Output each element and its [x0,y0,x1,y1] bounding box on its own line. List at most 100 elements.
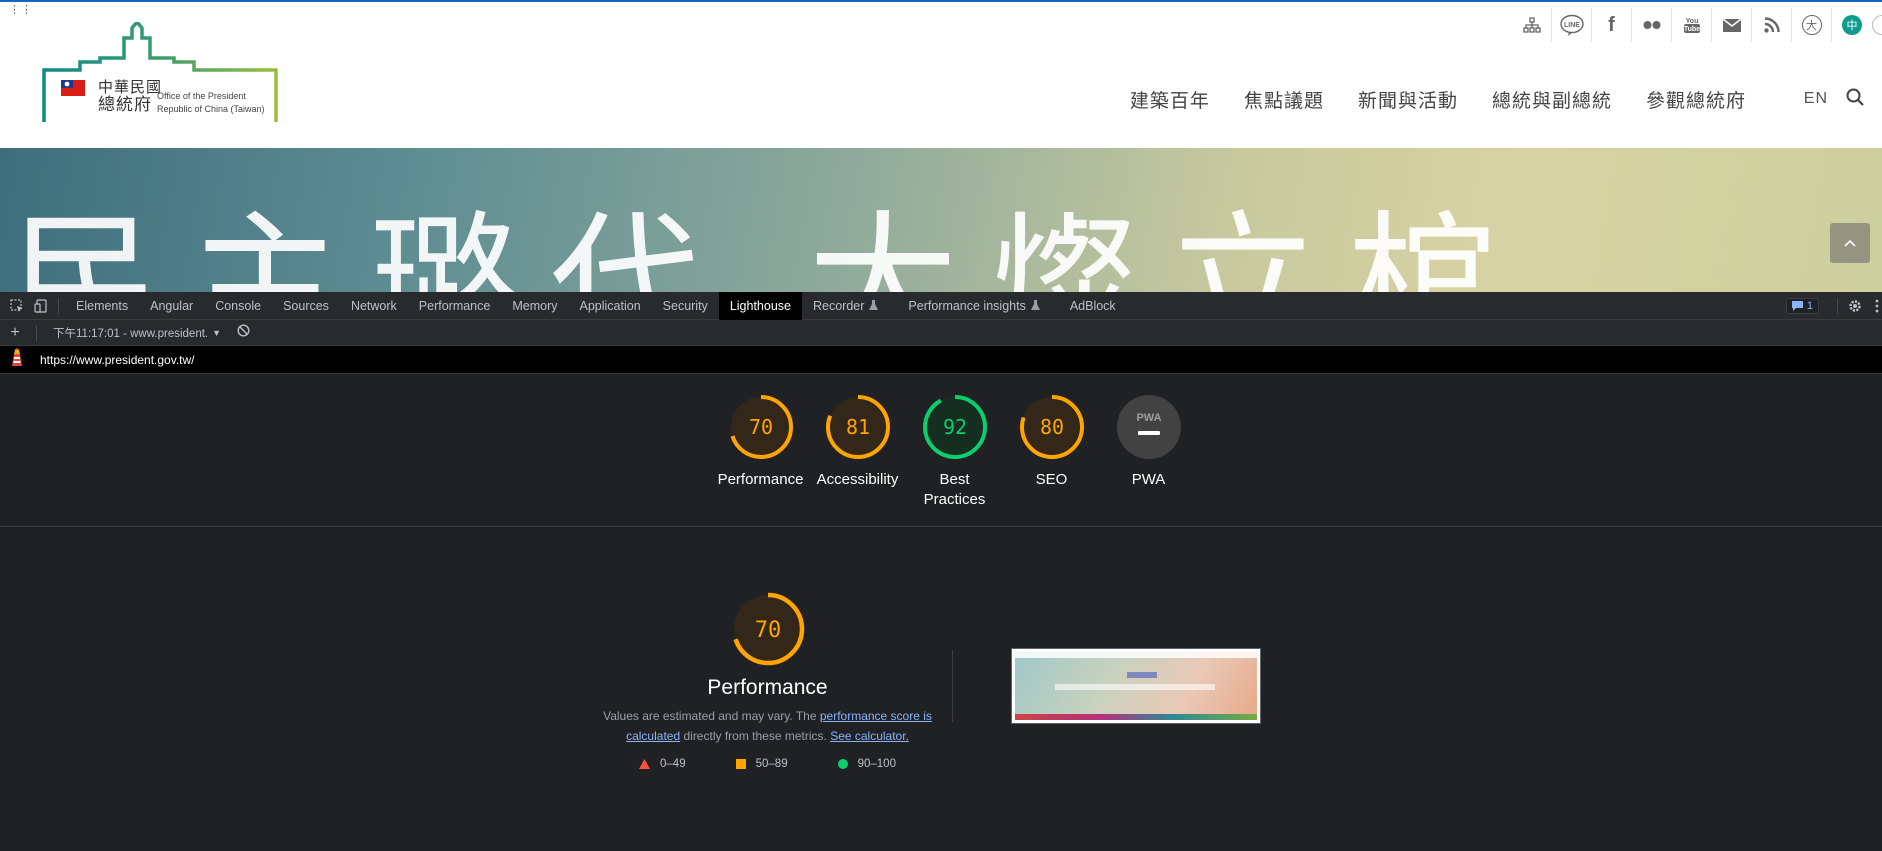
note-middle: directly from these metrics. [680,729,831,743]
youtube-icon[interactable]: You Tube [1672,8,1712,42]
report-url-bar: https://www.president.gov.tw/ [0,346,1882,374]
tab-performance[interactable]: Performance [408,292,502,320]
gauge-pwa-label: PWA [1131,471,1166,488]
chinese-language-icon[interactable]: 中 [1832,8,1872,42]
gauge-performance[interactable]: 70 Performance [712,394,809,510]
gauge-seo[interactable]: 80 SEO [1003,394,1100,510]
lighthouse-icon [10,348,30,371]
experiment-flask-icon [869,300,879,310]
accessibility-partial-icon[interactable] [1872,15,1882,35]
new-report-plus-icon[interactable]: + [0,324,30,342]
caret-down-icon: ▼ [212,327,222,338]
tab-console[interactable]: Console [204,292,272,320]
tab-security[interactable]: Security [652,292,719,320]
gauge-pwa[interactable]: PWA PWA [1100,394,1197,510]
category-gauges: 70 Performance 81 Accessibility 92 Best [712,394,1197,510]
tab-recorder-label: Recorder [812,298,865,313]
settings-gear-icon[interactable] [1844,299,1866,313]
tab-recorder[interactable]: Recorder [802,292,889,320]
pwa-badge-text: PWA [1136,412,1161,424]
tab-elements[interactable]: Elements [65,292,139,320]
legend-fail-label: 0–49 [660,758,686,770]
utility-bar: LINE f You Tube 大 中 [1512,8,1882,42]
website-viewport: ⋮⋮ 中華民國 總統府 Office of the President Repu [0,0,1882,292]
tab-performance-insights-label: Performance insights [908,298,1026,313]
sitemap-icon[interactable] [1512,8,1552,42]
lighthouse-report: 70 Performance 81 Accessibility 92 Best [0,374,1882,851]
font-size-badge: 大 [1801,15,1822,35]
site-logo[interactable]: 中華民國 總統府 Office of the President Republi… [40,19,280,128]
main-navigation: 建築百年 焦點議題 新聞與活動 總統與副總統 參觀總統府 [1130,86,1746,113]
report-url[interactable]: https://www.president.gov.tw/ [40,353,195,367]
toolbar-separator [1837,298,1838,314]
lighthouse-toolbar: + 下午11:17:01 - www.president. ▼ [0,320,1882,346]
vertical-divider [952,650,953,722]
svg-text:LINE: LINE [1564,22,1580,29]
flickr-icon[interactable] [1632,8,1672,42]
gauge-accessibility[interactable]: 81 Accessibility [809,394,906,510]
nav-item-news-events[interactable]: 新聞與活動 [1358,86,1458,113]
legend-pass-label: 90–100 [857,758,896,770]
performance-section: 70 Performance Values are estimated and … [590,592,945,770]
gauge-seo-label: SEO [1035,471,1068,488]
issues-badge[interactable]: 1 [1785,298,1819,314]
square-icon [735,759,746,769]
gauge-performance-score: 70 [748,415,772,439]
inspect-element-icon[interactable] [6,292,28,320]
gauge-performance-ring: 70 [728,395,793,459]
score-legend: 0–49 50–89 90–100 [639,758,896,770]
nav-item-architecture[interactable]: 建築百年 [1130,86,1210,113]
devtools-panel: Elements Angular Console Sources Network… [0,291,1882,851]
gauge-performance-label: Performance [717,471,804,488]
tab-network[interactable]: Network [340,292,408,320]
logo-chinese-line2: 總統府 [98,95,152,115]
device-toolbar-icon[interactable] [30,292,52,320]
toolbar-separator [36,324,37,341]
nav-item-visit[interactable]: 參觀總統府 [1646,86,1746,113]
grip-icon[interactable]: ⋮⋮ [9,5,33,16]
report-selector-label: 下午11:17:01 - www.president. [53,327,209,340]
devtools-right-controls: 1 [1785,292,1882,320]
gauge-best-practices-ring: 92 [922,395,987,459]
tab-application[interactable]: Application [569,292,652,320]
pwa-badge-icon: PWA [1116,395,1181,459]
search-icon[interactable] [1846,88,1864,111]
chinese-language-badge: 中 [1842,15,1862,35]
line-icon[interactable]: LINE [1552,8,1592,42]
tab-adblock[interactable]: AdBlock [1059,292,1127,320]
gauge-seo-score: 80 [1039,415,1063,439]
tab-performance-insights[interactable]: Performance insights [897,292,1050,320]
devtools-tab-bar: Elements Angular Console Sources Network… [0,291,1882,320]
tab-sources[interactable]: Sources [272,292,340,320]
section-divider [0,526,1882,527]
clear-reports-icon[interactable] [237,323,250,342]
more-options-icon[interactable] [1872,299,1882,313]
performance-heading: Performance [707,676,828,699]
final-screenshot-thumbnail[interactable] [1011,648,1261,724]
nav-item-president-vp[interactable]: 總統與副總統 [1492,86,1612,113]
mail-icon[interactable] [1712,8,1752,42]
rss-icon[interactable] [1752,8,1792,42]
facebook-icon[interactable]: f [1592,8,1632,42]
tab-angular[interactable]: Angular [139,292,204,320]
scroll-to-top-button[interactable] [1830,223,1870,263]
report-selector[interactable]: 下午11:17:01 - www.president. ▼ [53,325,221,341]
see-calculator-link[interactable]: See calculator. [830,729,909,743]
logo-english-line1: Office of the President [157,91,246,101]
note-prefix: Values are estimated and may vary. The [603,709,820,723]
tab-lighthouse[interactable]: Lighthouse [718,291,802,320]
gauge-best-practices-label: Best Practices [923,471,986,508]
nav-item-focus-issues[interactable]: 焦點議題 [1244,86,1324,113]
gauge-accessibility-score: 81 [845,415,869,439]
gauge-best-practices[interactable]: 92 Best Practices [906,394,1003,510]
language-switch-en[interactable]: EN [1804,90,1828,108]
legend-fail: 0–49 [639,758,686,770]
message-icon [1791,301,1803,311]
font-size-icon[interactable]: 大 [1792,8,1832,42]
screenshot-image [1015,652,1257,720]
legend-pass: 90–100 [837,758,896,770]
toolbar-separator [58,297,59,314]
tab-memory[interactable]: Memory [501,292,568,320]
performance-big-gauge: 70 [731,592,804,666]
gauge-accessibility-label: Accessibility [816,471,899,488]
